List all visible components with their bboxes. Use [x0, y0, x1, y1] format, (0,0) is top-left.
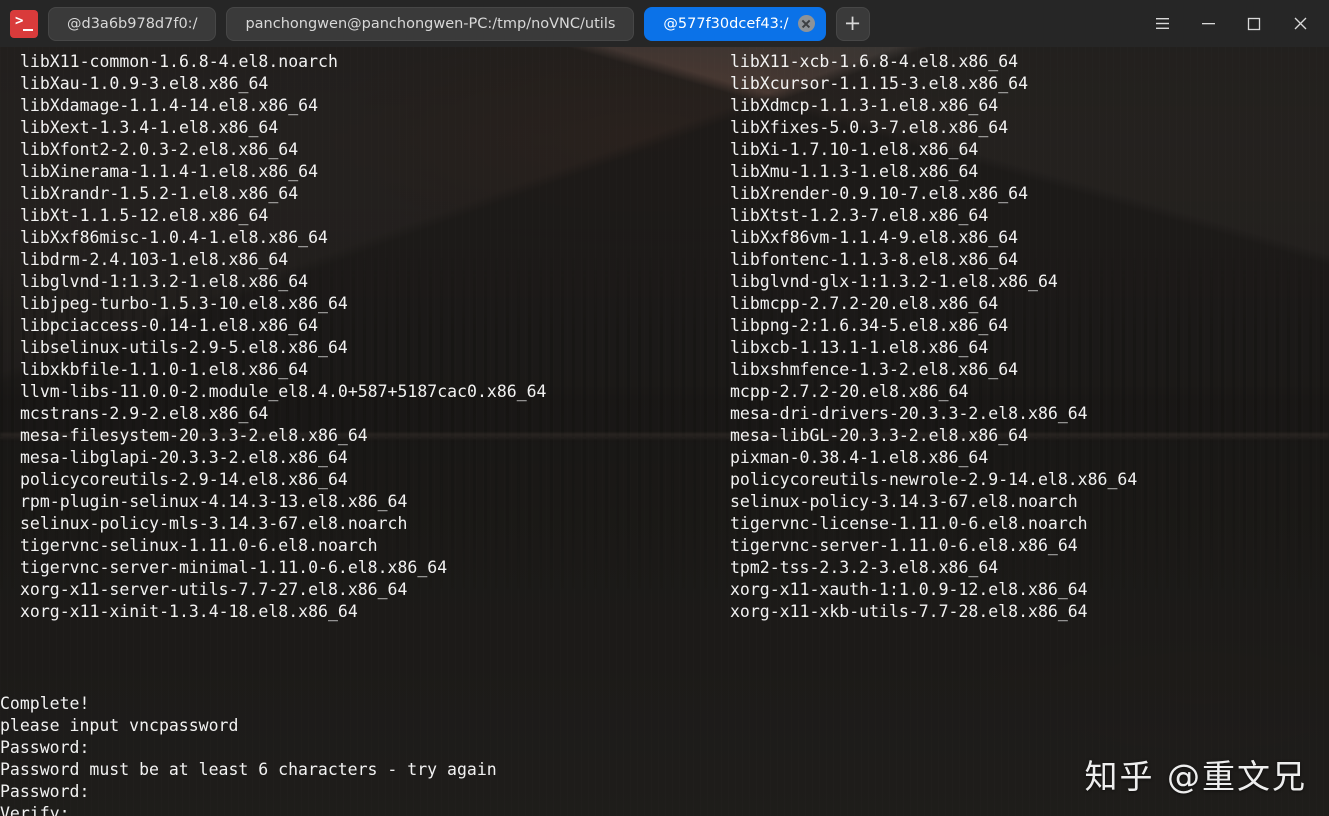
package-line: pixman-0.38.4-1.el8.x86_64 [730, 448, 989, 467]
package-list-right-column: libX11-xcb-1.6.8-4.el8.x86_64 libXcursor-… [730, 51, 1137, 623]
package-line: tigervnc-license-1.11.0-6.el8.noarch [730, 514, 1088, 533]
package-line: libXxf86vm-1.1.4-9.el8.x86_64 [730, 228, 1019, 247]
output-line: Complete! [0, 694, 90, 713]
terminal-output-tail: Complete! please input vncpassword Passwor… [0, 693, 526, 816]
hamburger-menu-icon [1155, 18, 1169, 29]
package-line: libxkbfile-1.1.0-1.el8.x86_64 [20, 360, 309, 379]
package-line: tigervnc-selinux-1.11.0-6.el8.noarch [20, 536, 378, 555]
package-line: libXt-1.1.5-12.el8.x86_64 [20, 206, 269, 225]
package-line: libmcpp-2.7.2-20.el8.x86_64 [730, 294, 999, 313]
package-line: libXfixes-5.0.3-7.el8.x86_64 [730, 118, 1009, 137]
package-line: xorg-x11-server-utils-7.7-27.el8.x86_64 [20, 580, 408, 599]
package-line: libxcb-1.13.1-1.el8.x86_64 [730, 338, 989, 357]
package-line: libXinerama-1.1.4-1.el8.x86_64 [20, 162, 319, 181]
package-list-left-column: libX11-common-1.6.8-4.el8.noarch libXau-1… [20, 51, 547, 623]
package-line: mcpp-2.7.2-20.el8.x86_64 [730, 382, 969, 401]
output-line: Password must be at least 6 characters -… [0, 760, 497, 779]
minimize-button[interactable] [1185, 4, 1231, 44]
package-line: libpciaccess-0.14-1.el8.x86_64 [20, 316, 319, 335]
package-line: selinux-policy-3.14.3-67.el8.noarch [730, 492, 1078, 511]
close-button[interactable] [1277, 4, 1323, 44]
close-icon[interactable] [797, 15, 815, 32]
package-line: libglvnd-1:1.3.2-1.el8.x86_64 [20, 272, 309, 291]
package-line: libjpeg-turbo-1.5.3-10.el8.x86_64 [20, 294, 348, 313]
package-line: libXcursor-1.1.15-3.el8.x86_64 [730, 74, 1029, 93]
package-line: mcstrans-2.9-2.el8.x86_64 [20, 404, 269, 423]
maximize-button[interactable] [1231, 4, 1277, 44]
close-icon [1294, 17, 1306, 30]
output-line: please input vncpassword [0, 716, 239, 735]
watermark: 知乎 @重文兄 [1084, 757, 1307, 796]
package-line: libXrender-0.9.10-7.el8.x86_64 [730, 184, 1029, 203]
package-line: libpng-2:1.6.34-5.el8.x86_64 [730, 316, 1009, 335]
package-line: rpm-plugin-selinux-4.14.3-13.el8.x86_64 [20, 492, 408, 511]
plus-icon: + [843, 11, 862, 35]
package-line: libXfont2-2.0.3-2.el8.x86_64 [20, 140, 299, 159]
output-line: Password: [0, 782, 90, 801]
package-line: policycoreutils-newrole-2.9-14.el8.x86_6… [730, 470, 1138, 489]
tab-2-active[interactable]: @577f30dcef43:/ [644, 6, 826, 41]
package-line: llvm-libs-11.0.0-2.module_el8.4.0+587+51… [20, 382, 547, 401]
maximize-icon [1247, 17, 1261, 30]
output-line: Password: [0, 738, 90, 757]
tab-0[interactable]: @d3a6b978d7f0:/ [48, 6, 217, 41]
terminal-window: @d3a6b978d7f0:/ panchongwen@panchongwen-… [0, 0, 1329, 816]
package-line: libfontenc-1.1.3-8.el8.x86_64 [730, 250, 1019, 269]
terminal-body[interactable]: libX11-common-1.6.8-4.el8.noarch libXau-1… [0, 47, 1329, 816]
output-line: Verify: [0, 804, 70, 816]
tab-strip: @d3a6b978d7f0:/ panchongwen@panchongwen-… [48, 6, 1129, 41]
package-line: libselinux-utils-2.9-5.el8.x86_64 [20, 338, 348, 357]
tab-label: @d3a6b978d7f0:/ [67, 15, 198, 32]
package-line: libXext-1.3.4-1.el8.x86_64 [20, 118, 279, 137]
tab-label: @577f30dcef43:/ [663, 15, 789, 32]
hamburger-menu-button[interactable] [1139, 4, 1185, 44]
package-line: libxshmfence-1.3-2.el8.x86_64 [730, 360, 1019, 379]
package-line: libglvnd-glx-1:1.3.2-1.el8.x86_64 [730, 272, 1058, 291]
package-line: tpm2-tss-2.3.2-3.el8.x86_64 [730, 558, 999, 577]
window-controls [1139, 4, 1323, 44]
terminal-text-layer: libX11-common-1.6.8-4.el8.noarch libXau-1… [0, 47, 1329, 816]
package-line: libXi-1.7.10-1.el8.x86_64 [730, 140, 979, 159]
package-line: tigervnc-server-minimal-1.11.0-6.el8.x86… [20, 558, 448, 577]
minimize-icon [1201, 23, 1215, 25]
package-line: libXtst-1.2.3-7.el8.x86_64 [730, 206, 989, 225]
package-line: libXrandr-1.5.2-1.el8.x86_64 [20, 184, 299, 203]
package-line: selinux-policy-mls-3.14.3-67.el8.noarch [20, 514, 408, 533]
package-line: libXxf86misc-1.0.4-1.el8.x86_64 [20, 228, 328, 247]
package-line: mesa-libglapi-20.3.3-2.el8.x86_64 [20, 448, 348, 467]
package-line: libdrm-2.4.103-1.el8.x86_64 [20, 250, 289, 269]
package-line: libX11-xcb-1.6.8-4.el8.x86_64 [730, 52, 1019, 71]
new-tab-button[interactable]: + [835, 6, 870, 41]
tab-1[interactable]: panchongwen@panchongwen-PC:/tmp/noVNC/ut… [226, 6, 635, 41]
package-line: tigervnc-server-1.11.0-6.el8.x86_64 [730, 536, 1078, 555]
terminal-prompt-icon [10, 9, 38, 38]
package-line: policycoreutils-2.9-14.el8.x86_64 [20, 470, 348, 489]
package-line: xorg-x11-xauth-1:1.0.9-12.el8.x86_64 [730, 580, 1088, 599]
tab-label: panchongwen@panchongwen-PC:/tmp/noVNC/ut… [245, 15, 616, 32]
package-line: xorg-x11-xinit-1.3.4-18.el8.x86_64 [20, 602, 358, 621]
package-line: mesa-dri-drivers-20.3.3-2.el8.x86_64 [730, 404, 1088, 423]
package-line: libX11-common-1.6.8-4.el8.noarch [20, 52, 338, 71]
package-line: libXdmcp-1.1.3-1.el8.x86_64 [730, 96, 999, 115]
titlebar: @d3a6b978d7f0:/ panchongwen@panchongwen-… [0, 0, 1329, 47]
package-line: mesa-filesystem-20.3.3-2.el8.x86_64 [20, 426, 368, 445]
package-line: xorg-x11-xkb-utils-7.7-28.el8.x86_64 [730, 602, 1088, 621]
package-line: libXmu-1.1.3-1.el8.x86_64 [730, 162, 979, 181]
package-line: libXau-1.0.9-3.el8.x86_64 [20, 74, 269, 93]
package-line: mesa-libGL-20.3.3-2.el8.x86_64 [730, 426, 1029, 445]
package-line: libXdamage-1.1.4-14.el8.x86_64 [20, 96, 319, 115]
